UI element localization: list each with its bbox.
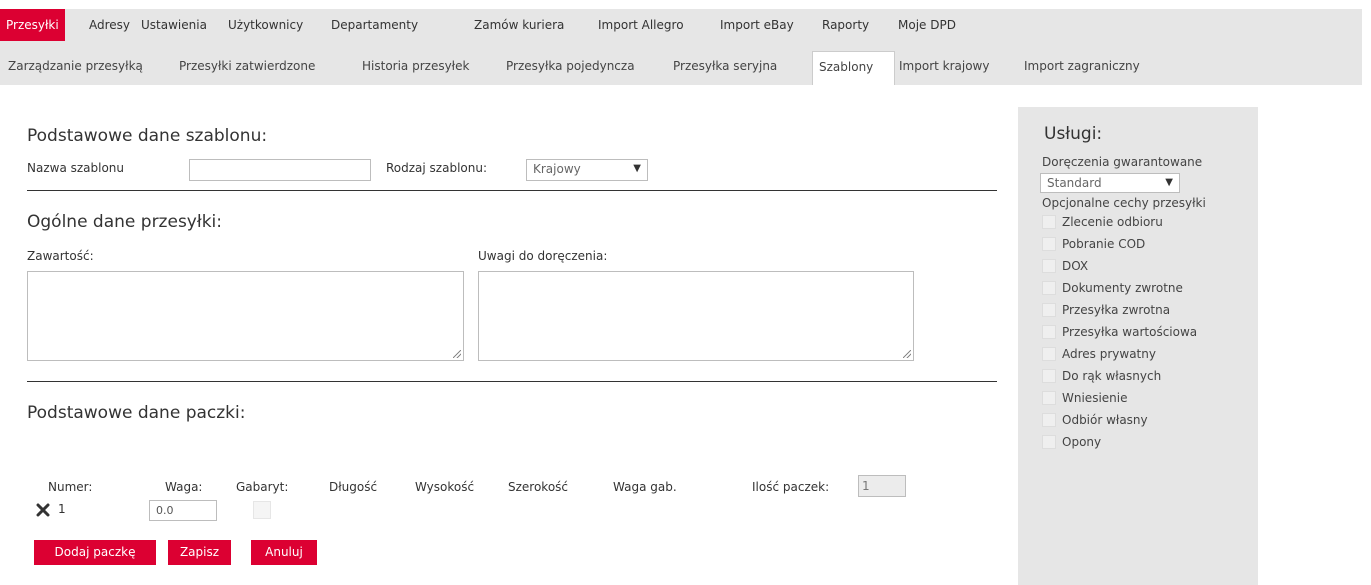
guaranteed-label: Doręczenia gwarantowane — [1042, 155, 1203, 169]
template-type-value: Krajowy — [533, 162, 581, 176]
option-checkbox[interactable] — [1042, 237, 1056, 251]
services-heading: Usługi: — [1044, 124, 1103, 144]
nav-item-import-ebay[interactable]: Import eBay — [720, 9, 794, 41]
subnav-import-zagraniczny[interactable]: Import zagraniczny — [1024, 51, 1140, 85]
parcel-count-input[interactable]: 1 — [858, 475, 906, 497]
option-checkbox[interactable] — [1042, 325, 1056, 339]
service-option[interactable]: Do rąk własnych — [1018, 367, 1218, 385]
cancel-button[interactable]: Anuluj — [251, 540, 317, 565]
dropdown-arrow-icon: ▼ — [633, 163, 641, 174]
general-heading: Ogólne dane przesyłki: — [27, 212, 222, 232]
sub-nav: Zarządzanie przesyłką Przesyłki zatwierd… — [0, 41, 1362, 85]
option-checkbox[interactable] — [1042, 369, 1056, 383]
service-option[interactable]: Adres prywatny — [1018, 345, 1218, 363]
option-label: Przesyłka zwrotna — [1062, 303, 1171, 317]
section-divider — [27, 190, 997, 191]
subnav-seryjna[interactable]: Przesyłka seryjna — [673, 51, 777, 85]
option-checkbox[interactable] — [1042, 215, 1056, 229]
subnav-historia[interactable]: Historia przesyłek — [362, 51, 469, 85]
col-number: Numer: — [48, 480, 93, 494]
option-label: Zlecenie odbioru — [1062, 215, 1163, 229]
option-checkbox[interactable] — [1042, 391, 1056, 405]
option-label: Dokumenty zwrotne — [1062, 281, 1183, 295]
notes-label: Uwagi do doręczenia: — [478, 249, 608, 263]
guaranteed-value: Standard — [1047, 176, 1102, 190]
content-textarea[interactable] — [27, 271, 464, 361]
option-checkbox[interactable] — [1042, 435, 1056, 449]
notes-textarea[interactable] — [478, 271, 914, 361]
template-name-label: Nazwa szablonu — [27, 161, 125, 175]
option-label: Odbiór własny — [1062, 413, 1148, 427]
section-divider — [27, 381, 997, 382]
service-option[interactable]: Odbiór własny — [1018, 411, 1218, 429]
option-checkbox[interactable] — [1042, 347, 1056, 361]
service-option[interactable]: Przesyłka wartościowa — [1018, 323, 1218, 341]
option-label: Adres prywatny — [1062, 347, 1156, 361]
subnav-zarzadzanie[interactable]: Zarządzanie przesyłką — [8, 51, 143, 85]
nav-item-przesylki[interactable]: Przesyłki — [0, 9, 65, 41]
col-size: Gabaryt: — [236, 480, 289, 494]
col-height: Wysokość — [415, 480, 475, 494]
service-option[interactable]: Pobranie COD — [1018, 235, 1218, 253]
guaranteed-select[interactable]: Standard ▼ — [1040, 173, 1180, 193]
option-label: Opony — [1062, 435, 1102, 449]
template-type-label: Rodzaj szablonu: — [386, 161, 488, 175]
optional-label: Opcjonalne cechy przesyłki — [1042, 196, 1206, 210]
option-label: Przesyłka wartościowa — [1062, 325, 1198, 339]
nav-item-departamenty[interactable]: Departamenty — [331, 9, 418, 41]
option-label: DOX — [1062, 259, 1089, 273]
option-checkbox[interactable] — [1042, 303, 1056, 317]
service-option[interactable]: Wniesienie — [1018, 389, 1218, 407]
subnav-import-krajowy[interactable]: Import krajowy — [899, 51, 989, 85]
nav-item-zamow-kuriera[interactable]: Zamów kuriera — [474, 9, 564, 41]
content-label: Zawartość: — [27, 249, 94, 263]
resize-grip-icon[interactable] — [453, 350, 461, 358]
template-heading: Podstawowe dane szablonu: — [27, 126, 268, 146]
template-type-select[interactable]: Krajowy ▼ — [526, 159, 648, 181]
service-option[interactable]: Dokumenty zwrotne — [1018, 279, 1218, 297]
close-x-icon[interactable] — [36, 502, 50, 517]
add-parcel-button[interactable]: Dodaj paczkę — [34, 540, 156, 565]
option-label: Do rąk własnych — [1062, 369, 1162, 383]
nav-item-raporty[interactable]: Raporty — [822, 9, 869, 41]
service-option[interactable]: Zlecenie odbioru — [1018, 213, 1218, 231]
parcel-weight-input[interactable]: 0.0 — [149, 500, 217, 521]
option-checkbox[interactable] — [1042, 413, 1056, 427]
nav-item-moje-dpd[interactable]: Moje DPD — [898, 9, 956, 41]
option-checkbox[interactable] — [1042, 259, 1056, 273]
service-option[interactable]: DOX — [1018, 257, 1218, 275]
nav-item-ustawienia[interactable]: Ustawienia — [141, 9, 207, 41]
services-panel: Usługi: Doręczenia gwarantowane Standard… — [1018, 107, 1258, 585]
option-label: Pobranie COD — [1062, 237, 1146, 251]
nav-item-uzytkownicy[interactable]: Użytkownicy — [228, 9, 303, 41]
nav-item-adresy[interactable]: Adresy — [89, 9, 130, 41]
save-button[interactable]: Zapisz — [168, 540, 231, 565]
col-length: Długość — [329, 480, 378, 494]
dropdown-arrow-icon: ▼ — [1165, 177, 1173, 188]
template-name-input[interactable] — [189, 159, 371, 181]
service-option[interactable]: Opony — [1018, 433, 1218, 451]
main-nav: Przesyłki Adresy Ustawienia Użytkownicy … — [0, 9, 1362, 41]
option-label: Wniesienie — [1062, 391, 1128, 405]
subnav-szablony[interactable]: Szablony — [812, 51, 895, 85]
service-option[interactable]: Przesyłka zwrotna — [1018, 301, 1218, 319]
size-checkbox[interactable] — [253, 501, 271, 519]
col-weight: Waga: — [165, 480, 203, 494]
subnav-zatwierdzone[interactable]: Przesyłki zatwierdzone — [179, 51, 315, 85]
nav-item-import-allegro[interactable]: Import Allegro — [598, 9, 684, 41]
parcel-heading: Podstawowe dane paczki: — [27, 403, 246, 423]
col-count: Ilość paczek: — [752, 480, 830, 494]
resize-grip-icon[interactable] — [903, 350, 911, 358]
col-width: Szerokość — [508, 480, 569, 494]
col-dim-weight: Waga gab. — [613, 480, 677, 494]
subnav-pojedyncza[interactable]: Przesyłka pojedyncza — [506, 51, 635, 85]
option-checkbox[interactable] — [1042, 281, 1056, 295]
parcel-row-number: 1 — [58, 502, 66, 516]
